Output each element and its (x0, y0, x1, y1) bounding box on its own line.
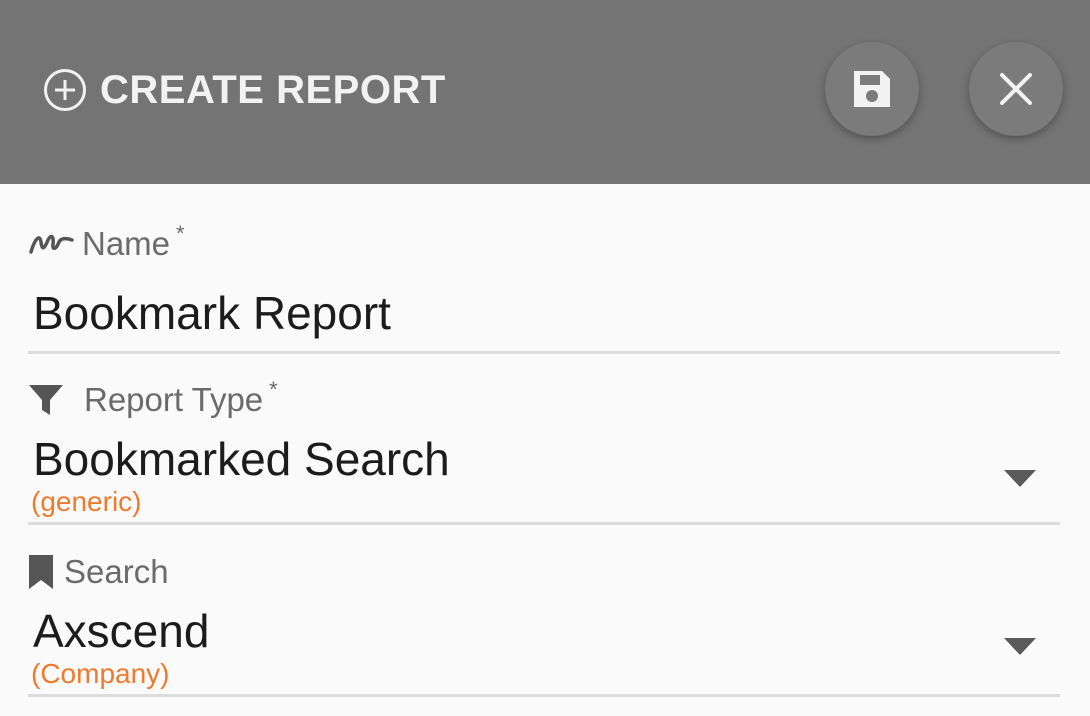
save-button[interactable] (825, 42, 919, 136)
bookmark-icon (29, 555, 53, 589)
report-type-field-underline (28, 522, 1060, 525)
search-field[interactable]: Search Axscend (Company) (28, 550, 1060, 702)
filter-icon (29, 385, 63, 415)
header-title-group: CREATE REPORT (42, 66, 446, 114)
name-field-underline (28, 351, 1060, 354)
name-field-label: Name * (28, 221, 185, 266)
search-select-value[interactable]: Axscend (33, 604, 209, 658)
search-field-underline (28, 694, 1060, 697)
report-type-select-value[interactable]: Bookmarked Search (33, 432, 450, 486)
report-type-field[interactable]: Report Type * Bookmarked Search (generic… (28, 377, 1060, 530)
signature-icon (29, 234, 74, 254)
page-title: CREATE REPORT (100, 67, 446, 112)
report-type-dropdown-arrow[interactable] (1004, 470, 1036, 487)
report-type-field-label: Report Type * (28, 377, 278, 422)
name-field[interactable]: Name * Bookmark Report (28, 221, 1060, 358)
report-type-subtext: (generic) (31, 486, 142, 517)
save-icon (854, 71, 890, 107)
name-input[interactable]: Bookmark Report (33, 286, 391, 340)
close-button[interactable] (969, 42, 1063, 136)
search-dropdown-arrow[interactable] (1004, 638, 1036, 655)
search-field-label: Search (28, 550, 169, 594)
search-subtext: (Company) (31, 658, 170, 689)
add-circle-icon (44, 69, 86, 111)
app-header: CREATE REPORT (0, 0, 1090, 184)
close-icon (1000, 73, 1032, 105)
